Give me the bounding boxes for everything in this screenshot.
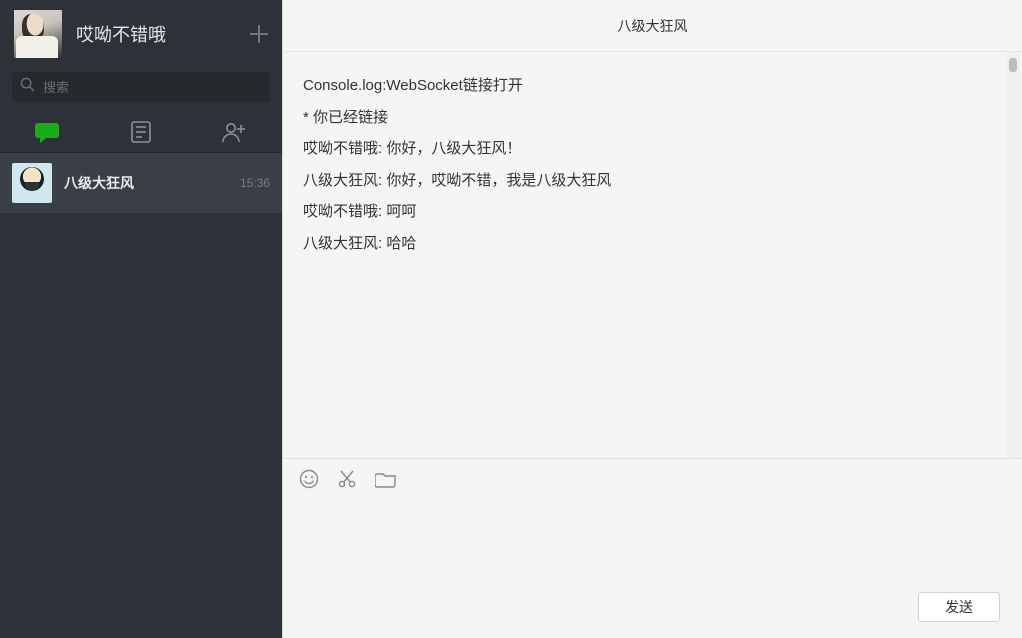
message-line: * 你已经链接 (303, 102, 1002, 134)
compose-footer: 发送 (283, 582, 1022, 638)
scrollbar[interactable] (1006, 52, 1020, 458)
message-area[interactable]: Console.log:WebSocket链接打开 * 你已经链接 哎呦不错哦:… (283, 52, 1022, 458)
message-line: Console.log:WebSocket链接打开 (303, 70, 1002, 102)
tab-chats[interactable] (0, 112, 94, 152)
search-box[interactable] (12, 72, 270, 102)
message-line: 哎呦不错哦: 呵呵 (303, 196, 1002, 228)
contact-time: 15:36 (240, 176, 270, 190)
scrollbar-thumb[interactable] (1009, 58, 1017, 72)
scissors-icon[interactable] (337, 469, 357, 489)
plus-icon[interactable] (250, 25, 268, 43)
tab-files[interactable] (94, 112, 188, 152)
chat-list-item[interactable]: 八级大狂风 15:36 (0, 153, 282, 213)
send-button[interactable]: 发送 (918, 592, 1000, 622)
my-avatar[interactable] (14, 10, 62, 58)
search-input[interactable] (43, 80, 262, 95)
contact-avatar (12, 163, 52, 203)
folder-icon[interactable] (375, 469, 397, 489)
chat-panel: 八级大狂风 Console.log:WebSocket链接打开 * 你已经链接 … (282, 0, 1022, 638)
message-area-wrap: Console.log:WebSocket链接打开 * 你已经链接 哎呦不错哦:… (283, 52, 1022, 458)
compose-toolbar (283, 459, 1022, 493)
compose-input[interactable] (283, 493, 1022, 582)
message-line: 哎呦不错哦: 你好，八级大狂风！ (303, 133, 1002, 165)
search-icon (20, 77, 35, 97)
sidebar-tabs (0, 112, 282, 153)
message-line: 八级大狂风: 你好，哎呦不错，我是八级大狂风 (303, 165, 1002, 197)
chat-title: 八级大狂风 (618, 16, 688, 36)
chat-list: 八级大狂风 15:36 (0, 153, 282, 638)
tab-contacts[interactable] (188, 112, 282, 152)
my-name: 哎呦不错哦 (76, 21, 250, 47)
contact-name: 八级大狂风 (64, 173, 240, 193)
compose-area: 发送 (283, 458, 1022, 638)
emoji-icon[interactable] (299, 469, 319, 489)
profile-row: 哎呦不错哦 (0, 0, 282, 72)
chat-header: 八级大狂风 (283, 0, 1022, 52)
sidebar: 哎呦不错哦 八级大狂风 15:36 (0, 0, 282, 638)
search-wrap (0, 72, 282, 102)
message-line: 八级大狂风: 哈哈 (303, 228, 1002, 260)
